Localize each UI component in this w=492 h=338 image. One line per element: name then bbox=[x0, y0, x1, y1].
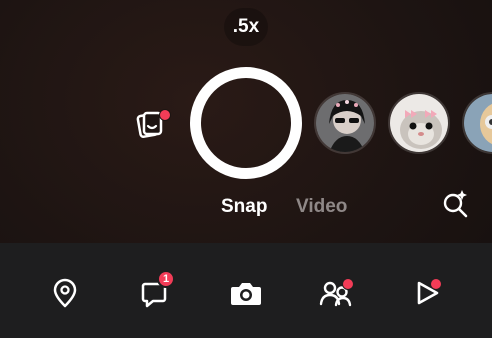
zoom-label: .5x bbox=[232, 16, 260, 37]
lens-explore-button[interactable] bbox=[440, 188, 472, 220]
chat-unread-badge: 1 bbox=[157, 270, 175, 288]
sparkle-search-icon bbox=[443, 190, 468, 218]
nav-spotlight-button[interactable] bbox=[410, 276, 444, 310]
capture-shutter-button[interactable] bbox=[190, 67, 302, 179]
nav-stories-button[interactable] bbox=[318, 276, 354, 310]
stories-notification-dot bbox=[342, 278, 354, 290]
zoom-toggle-button[interactable]: .5x bbox=[224, 8, 268, 46]
bottom-navigation-bar: 1 bbox=[0, 243, 492, 338]
memories-notification-dot bbox=[159, 109, 171, 121]
lens-hamster-image bbox=[390, 94, 448, 152]
lens-partial-image bbox=[464, 94, 492, 152]
nav-camera-button[interactable] bbox=[228, 276, 262, 310]
lens-thumbnail-hamster-bows[interactable] bbox=[388, 92, 450, 154]
nav-chat-button[interactable]: 1 bbox=[138, 270, 175, 310]
spotlight-notification-dot bbox=[430, 278, 442, 290]
nav-map-button[interactable] bbox=[48, 276, 82, 310]
lens-thumbnail-girl-sunglasses[interactable] bbox=[314, 92, 376, 154]
lens-girl-image bbox=[316, 94, 374, 152]
mode-snap[interactable]: Snap bbox=[221, 196, 267, 218]
location-pin-icon bbox=[53, 278, 77, 308]
camera-screen: .5x Snap Video 1 bbox=[0, 0, 492, 338]
memories-button[interactable] bbox=[132, 104, 172, 144]
capture-mode-switcher: Snap Video bbox=[0, 196, 492, 220]
lens-thumbnail-partial[interactable] bbox=[462, 92, 492, 154]
camera-icon bbox=[231, 283, 261, 305]
mode-video[interactable]: Video bbox=[296, 196, 347, 218]
